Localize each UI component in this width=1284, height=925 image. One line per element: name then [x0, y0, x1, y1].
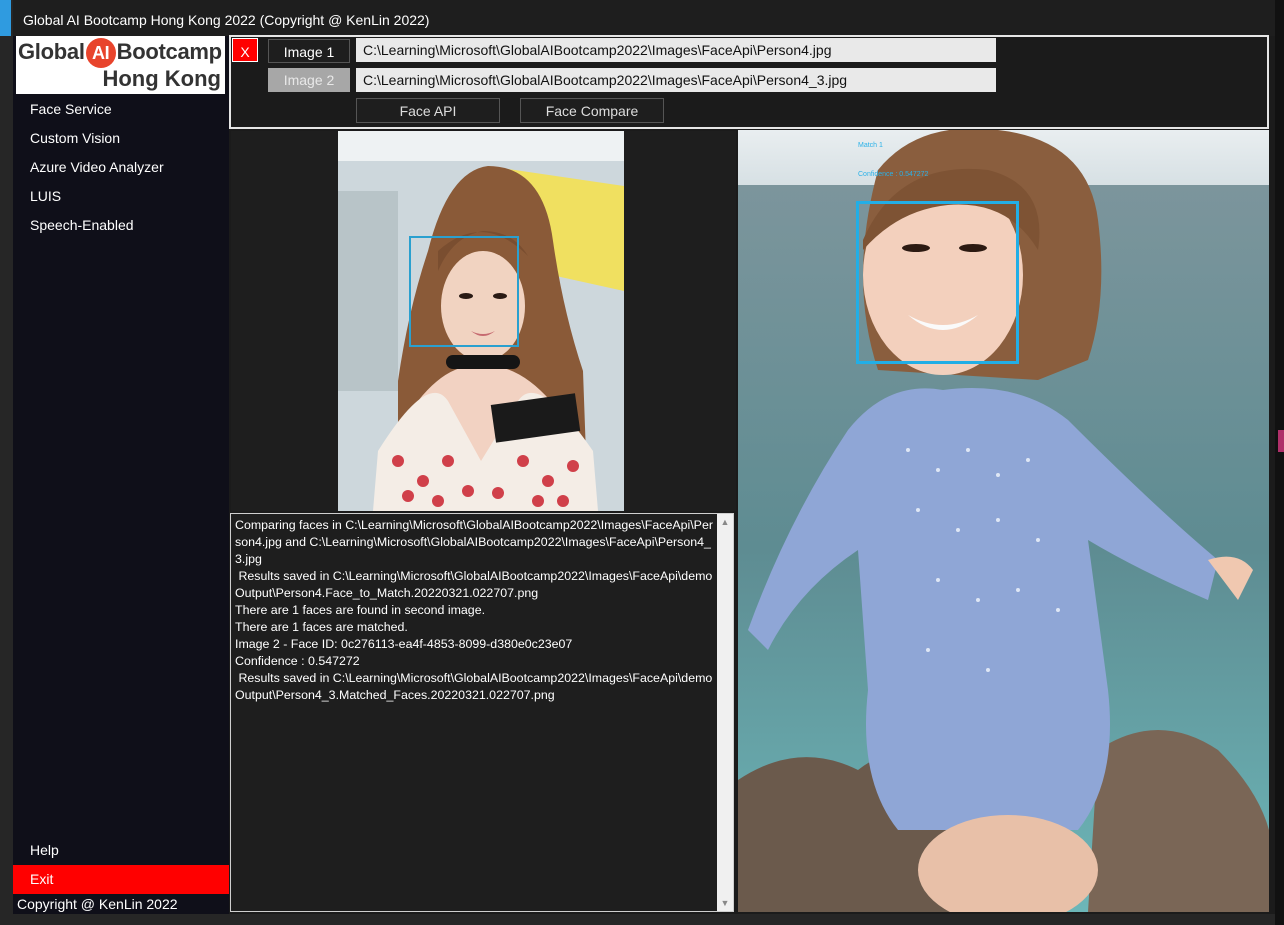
image2-path-field[interactable] [356, 68, 996, 92]
sidebar-item-custom-vision[interactable]: Custom Vision [13, 124, 229, 153]
match-label: Match 1 [858, 142, 883, 149]
sidebar: Global AI Bootcamp Hong Kong Face Service … [13, 36, 229, 914]
exit-button[interactable]: Exit [13, 865, 229, 894]
sidebar-item-luis[interactable]: LUIS [13, 182, 229, 211]
right-edge-strip [1275, 0, 1284, 925]
scroll-up-arrow-icon[interactable]: ▲ [717, 514, 733, 530]
logo-line1: Global AI Bootcamp [18, 38, 222, 68]
image2-button[interactable]: Image 2 [268, 68, 350, 92]
sidebar-item-face-service[interactable]: Face Service [13, 95, 229, 124]
image1-button[interactable]: Image 1 [268, 39, 350, 63]
image1-path-field[interactable] [356, 38, 996, 62]
edge-marker [1278, 430, 1284, 452]
logo-word-global: Global [18, 38, 85, 64]
left-edge-strip [0, 0, 13, 925]
log-scrollbar[interactable]: ▲ ▼ [717, 514, 733, 911]
sidebar-item-azure-video-analyzer[interactable]: Azure Video Analyzer [13, 153, 229, 182]
sidebar-item-help[interactable]: Help [13, 836, 229, 865]
logo-line2: Hong Kong [102, 66, 221, 91]
window-accent-bar [0, 0, 11, 36]
close-button[interactable]: X [232, 38, 258, 62]
scroll-down-arrow-icon[interactable]: ▼ [717, 895, 733, 911]
confidence-label: Confidence : 0.547272 [858, 171, 929, 178]
face-detection-box-image1 [409, 236, 519, 347]
window-title: Global AI Bootcamp Hong Kong 2022 (Copyr… [13, 0, 1275, 36]
result-log[interactable]: Comparing faces in C:\Learning\Microsoft… [230, 513, 734, 912]
face-detection-box-image2 [856, 201, 1019, 364]
logo-word-bootcamp: Bootcamp [116, 38, 222, 64]
sidebar-item-speech-enabled[interactable]: Speech-Enabled [13, 211, 229, 240]
face-compare-button[interactable]: Face Compare [520, 98, 664, 123]
face-api-button[interactable]: Face API [356, 98, 500, 123]
global-ai-bootcamp-logo: Global AI Bootcamp Hong Kong [16, 36, 225, 94]
copyright-text: Copyright @ KenLin 2022 [13, 894, 229, 914]
bottom-edge-strip [13, 914, 1275, 925]
logo-ai-badge: AI [85, 38, 116, 68]
result-log-text: Comparing faces in C:\Learning\Microsoft… [235, 518, 713, 702]
